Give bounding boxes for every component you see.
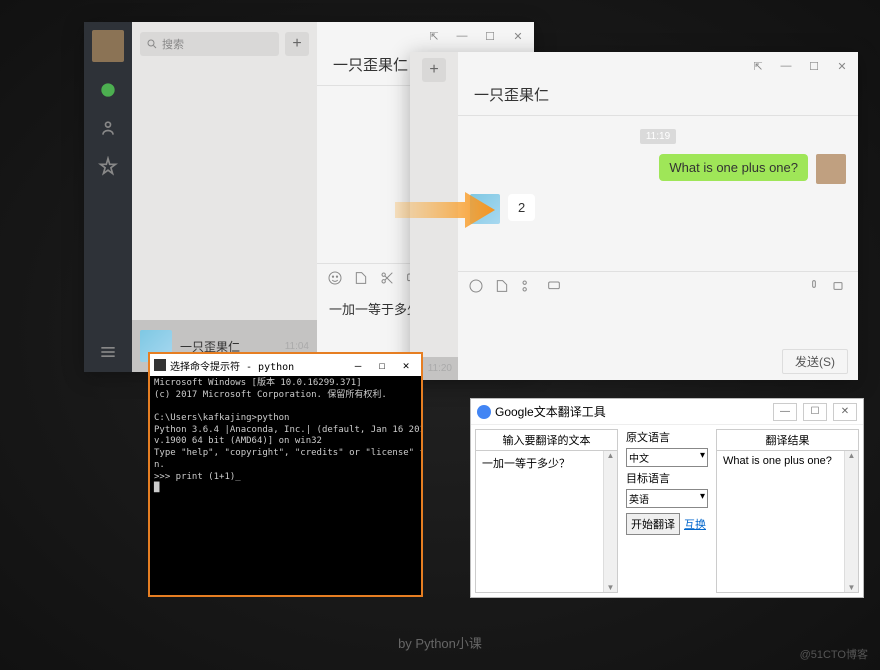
scissors-icon[interactable]	[379, 270, 395, 289]
scissors-icon[interactable]	[520, 278, 536, 297]
translator-titlebar: Google文本翻译工具 — ☐ ✕	[471, 399, 863, 425]
maximize-icon[interactable]: ☐	[804, 56, 824, 76]
minimize-icon[interactable]: —	[452, 26, 472, 46]
emoji-icon[interactable]	[468, 278, 484, 297]
translate-button[interactable]: 开始翻译	[626, 513, 680, 535]
close-icon[interactable]: ✕	[508, 26, 528, 46]
target-lang-label: 目标语言	[626, 470, 708, 486]
output-textarea[interactable]: What is one plus one?	[717, 450, 858, 592]
minimize-icon[interactable]: —	[347, 359, 369, 372]
output-column: 翻译结果 What is one plus one?	[716, 429, 859, 593]
time-badge: 11:19	[640, 129, 676, 144]
chat-item-time: 11:04	[285, 341, 309, 352]
maximize-icon[interactable]: ☐	[480, 26, 500, 46]
input-textarea[interactable]: 一加一等于多少？	[476, 450, 617, 592]
chat-main: ⇱ — ☐ ✕ 一只歪果仁 11:19 What is one plus one…	[458, 52, 858, 380]
maximize-icon[interactable]: ☐	[803, 403, 827, 421]
message-avatar	[816, 154, 846, 184]
terminal-window: 选择命令提示符 - python — ☐ ✕ Microsoft Windows…	[148, 352, 423, 597]
contacts-icon[interactable]	[98, 118, 118, 138]
add-button[interactable]: +	[285, 32, 309, 56]
pin-icon[interactable]: ⇱	[424, 26, 444, 46]
chat-header: 一只歪果仁	[458, 80, 858, 116]
menu-icon[interactable]	[98, 342, 118, 362]
chat-list-panel: 搜索 + 一只歪果仁 11:04	[132, 22, 317, 372]
target-lang-select[interactable]: 英语▾	[626, 489, 708, 508]
emoji-icon[interactable]	[327, 270, 343, 289]
translator-title: Google文本翻译工具	[495, 403, 773, 420]
messages-area: 11:19 What is one plus one? 2	[458, 116, 858, 271]
minimize-icon[interactable]: —	[773, 403, 797, 421]
pin-icon[interactable]: ⇱	[748, 56, 768, 76]
file-icon[interactable]	[494, 278, 510, 297]
close-icon[interactable]: ✕	[395, 359, 417, 372]
add-button[interactable]: +	[422, 58, 446, 82]
input-column: 输入要翻译的文本 一加一等于多少？	[475, 429, 618, 593]
footer-credit: by Python小课	[0, 633, 880, 652]
minimize-icon[interactable]: —	[776, 56, 796, 76]
video-icon[interactable]	[832, 278, 848, 297]
search-input[interactable]: 搜索	[140, 32, 279, 56]
watermark: @51CTO博客	[800, 646, 868, 662]
scrollbar[interactable]	[844, 451, 858, 592]
close-icon[interactable]: ✕	[832, 56, 852, 76]
google-icon	[477, 405, 491, 419]
wechat-sidebar	[84, 22, 132, 372]
translator-window: Google文本翻译工具 — ☐ ✕ 输入要翻译的文本 一加一等于多少？ 原文语…	[470, 398, 864, 598]
message-bubble: What is one plus one?	[659, 154, 808, 181]
swap-link[interactable]: 互换	[684, 516, 706, 532]
file-icon[interactable]	[353, 270, 369, 289]
chat-item-time: 11:20	[428, 363, 452, 374]
message-icon[interactable]	[546, 278, 562, 297]
terminal-titlebar: 选择命令提示符 - python — ☐ ✕	[150, 354, 421, 376]
favorites-icon[interactable]	[98, 156, 118, 176]
controls-column: 原文语言 中文▾ 目标语言 英语▾ 开始翻译 互换	[622, 425, 712, 597]
window-titlebar: ⇱ — ☐ ✕	[317, 22, 534, 50]
message-row-outgoing: What is one plus one?	[470, 154, 846, 184]
message-bubble: 2	[508, 194, 535, 221]
voice-icon[interactable]	[806, 278, 822, 297]
source-lang-label: 原文语言	[626, 429, 708, 445]
message-row-incoming: 2	[470, 194, 846, 224]
terminal-title: 选择命令提示符 - python	[170, 358, 347, 373]
maximize-icon[interactable]: ☐	[371, 359, 393, 372]
terminal-output[interactable]: Microsoft Windows [版本 10.0.16299.371] (c…	[150, 376, 421, 497]
arrow-icon	[395, 190, 495, 230]
window-titlebar: ⇱ — ☐ ✕	[458, 52, 858, 80]
input-toolbar	[458, 271, 858, 303]
search-placeholder: 搜索	[162, 36, 184, 52]
terminal-icon	[154, 359, 166, 371]
close-icon[interactable]: ✕	[833, 403, 857, 421]
message-input[interactable]	[458, 303, 858, 343]
output-header: 翻译结果	[717, 430, 858, 450]
user-avatar[interactable]	[92, 30, 124, 62]
scrollbar[interactable]	[603, 451, 617, 592]
chat-icon[interactable]	[98, 80, 118, 100]
send-button[interactable]: 发送(S)	[782, 349, 848, 374]
input-header: 输入要翻译的文本	[476, 430, 617, 450]
source-lang-select[interactable]: 中文▾	[626, 448, 708, 467]
